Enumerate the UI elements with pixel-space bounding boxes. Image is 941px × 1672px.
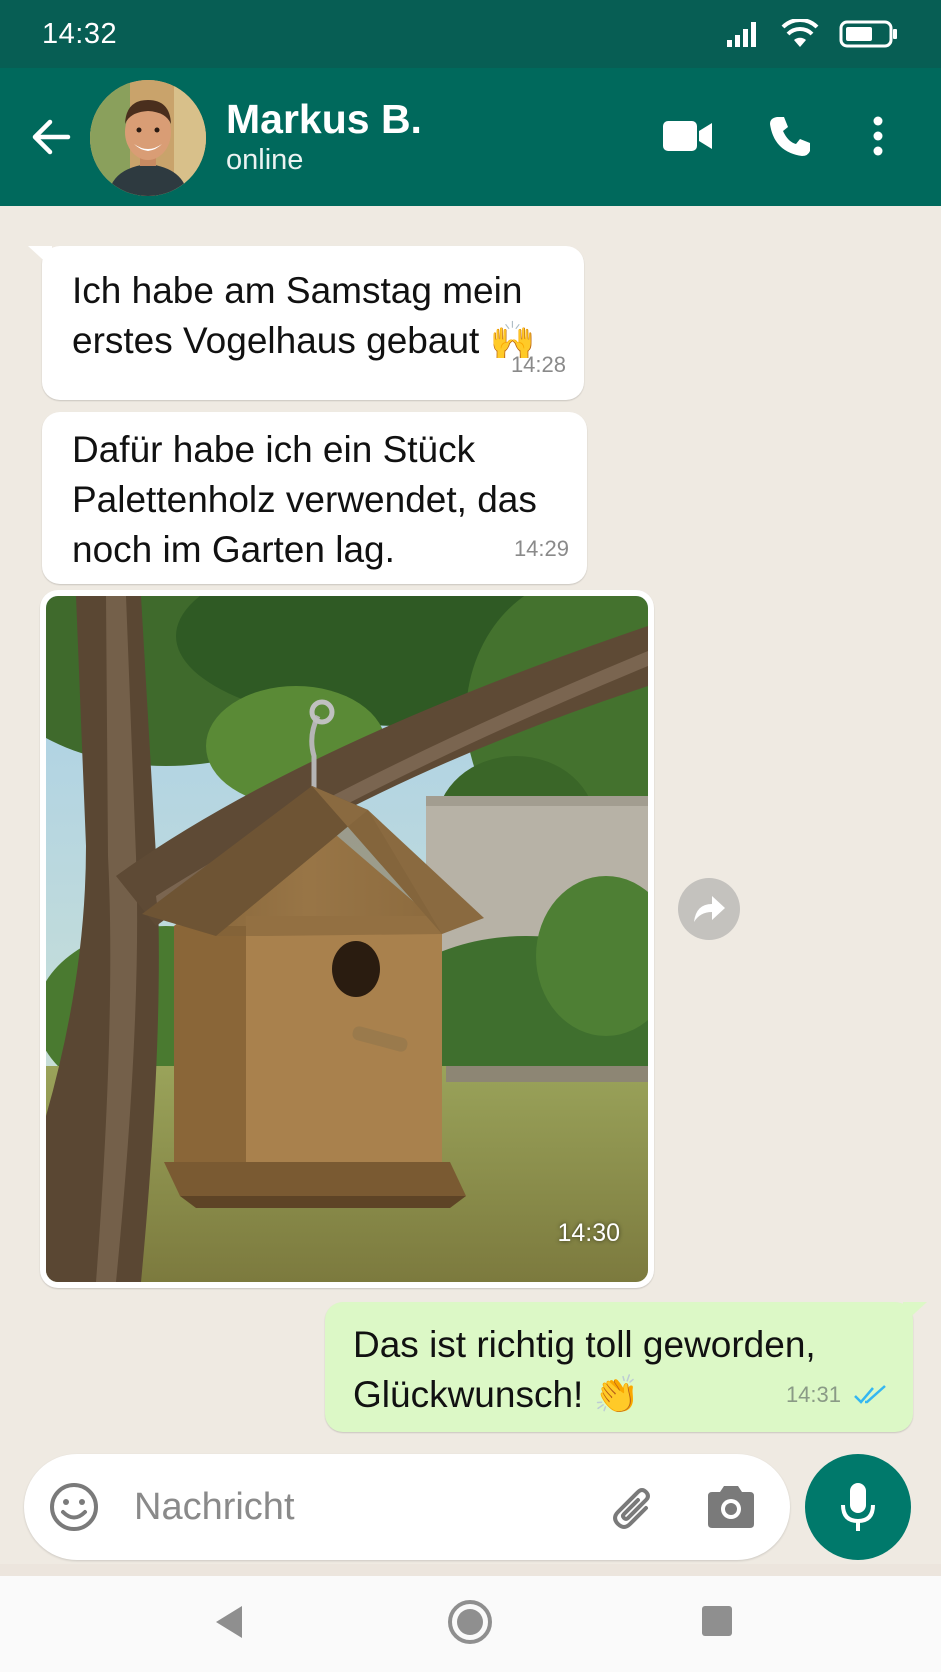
arrow-left-icon bbox=[32, 119, 71, 155]
message-meta: 14:29 bbox=[514, 524, 569, 574]
message-composer bbox=[24, 1454, 790, 1560]
message-input[interactable] bbox=[134, 1478, 574, 1536]
status-icons bbox=[725, 19, 899, 49]
signal-icon bbox=[727, 22, 756, 47]
emoji-button[interactable] bbox=[48, 1481, 100, 1533]
wifi-icon bbox=[781, 19, 819, 47]
attach-button[interactable] bbox=[602, 1480, 656, 1534]
contact-info[interactable]: Markus B. online bbox=[226, 96, 422, 178]
status-time: 14:32 bbox=[42, 17, 118, 50]
message-time: 14:29 bbox=[513, 536, 569, 561]
paperclip-icon bbox=[613, 1488, 650, 1529]
message-meta: 14:31 bbox=[786, 1370, 889, 1420]
voice-call-button[interactable] bbox=[762, 108, 818, 164]
video-call-button[interactable] bbox=[660, 108, 716, 164]
bubble-tail bbox=[28, 246, 52, 268]
bubble-tail bbox=[903, 1302, 927, 1324]
image-message-bubble[interactable]: 14:30 bbox=[40, 590, 654, 1288]
chat-area[interactable]: Ich habe am Samstag mein erstes Vogelhau… bbox=[0, 206, 941, 1564]
image-time: 14:30 bbox=[557, 1219, 620, 1247]
battery-icon bbox=[839, 20, 897, 48]
nav-recents-button[interactable] bbox=[698, 1602, 736, 1640]
message-meta: 14:28 bbox=[511, 340, 566, 390]
message-bubble-outgoing[interactable]: Das ist richtig toll geworden, Glückwuns… bbox=[325, 1302, 927, 1432]
message-bubble-incoming[interactable]: Ich habe am Samstag mein erstes Vogelhau… bbox=[28, 246, 584, 400]
message-text: Dafür habe ich ein Stück Palettenholz ve… bbox=[72, 429, 537, 570]
triangle-back-icon bbox=[216, 1606, 242, 1638]
circle-home-icon bbox=[448, 1600, 492, 1644]
contact-status: online bbox=[226, 144, 304, 176]
contact-avatar[interactable] bbox=[90, 80, 206, 196]
more-options-button[interactable] bbox=[858, 108, 898, 164]
video-camera-icon bbox=[663, 121, 712, 151]
camera-button[interactable] bbox=[704, 1482, 758, 1532]
message-time: 14:28 bbox=[510, 352, 566, 377]
nav-home-button[interactable] bbox=[446, 1598, 494, 1646]
contact-name: Markus B. bbox=[226, 96, 422, 142]
chat-header: Markus B. online bbox=[0, 68, 941, 206]
read-receipt-icon bbox=[854, 1385, 886, 1404]
forward-button[interactable] bbox=[678, 878, 740, 940]
avatar-photo bbox=[90, 80, 206, 196]
birdhouse-photo bbox=[46, 596, 648, 1282]
square-recents-icon bbox=[702, 1606, 732, 1636]
status-bar: 14:32 bbox=[0, 0, 941, 68]
message-time: 14:31 bbox=[785, 1382, 841, 1407]
message-photo[interactable]: 14:30 bbox=[46, 596, 648, 1282]
message-text: Ich habe am Samstag mein erstes Vogelhau… bbox=[72, 270, 536, 361]
forward-icon bbox=[694, 896, 725, 922]
nav-back-button[interactable] bbox=[208, 1600, 252, 1644]
mic-button[interactable] bbox=[805, 1454, 911, 1560]
phone-icon bbox=[770, 117, 810, 156]
back-button[interactable] bbox=[28, 114, 74, 160]
system-nav-bar bbox=[0, 1576, 941, 1672]
emoji-icon bbox=[50, 1483, 98, 1531]
message-bubble-incoming[interactable]: Dafür habe ich ein Stück Palettenholz ve… bbox=[42, 412, 587, 584]
more-vert-icon bbox=[873, 116, 883, 156]
microphone-icon bbox=[841, 1483, 875, 1531]
camera-icon bbox=[708, 1486, 754, 1528]
